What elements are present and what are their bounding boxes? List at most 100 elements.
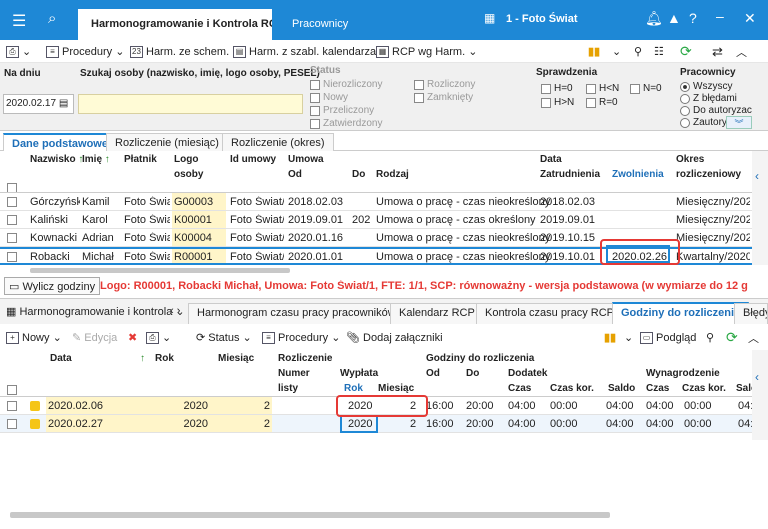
col-czas[interactable]: Czas	[508, 383, 531, 394]
search-icon[interactable]: ⌕	[48, 10, 56, 27]
col-saldo-2[interactable]: Salo	[736, 383, 752, 394]
status-przeliczony[interactable]: Przeliczony	[310, 105, 374, 116]
col-platnik[interactable]: Płatnik	[124, 154, 157, 165]
status-zatwierdzony[interactable]: Zatwierdzony	[310, 118, 382, 129]
col-nazwisko[interactable]: Nazwisko ↑	[30, 154, 83, 165]
tab-rozliczenie-okres[interactable]: Rozliczenie (okres)	[222, 133, 334, 151]
table-row[interactable]: Kaliński Karol Foto Świat K00001 Foto Św…	[0, 211, 752, 229]
prac-wszyscy[interactable]: Wszyscy	[680, 81, 732, 92]
tab-kontrola-rcp[interactable]: Kontrola czasu pracy RCP	[476, 303, 623, 324]
chart-icon[interactable]: ▮▮	[604, 329, 616, 346]
horizontal-scrollbar[interactable]	[30, 268, 290, 273]
preview-icon: ▭	[640, 331, 653, 344]
bell-icon[interactable]: 🔔︎	[645, 10, 663, 27]
refresh-icon[interactable]: ⟳	[726, 329, 738, 346]
minimize-icon[interactable]: –	[716, 8, 724, 24]
podglad-button[interactable]: ▭ Podgląd	[640, 329, 696, 346]
collapse-icon[interactable]: ︿	[748, 329, 759, 346]
dodaj-zalaczniki-button[interactable]: 📎︎ Dodaj załączniki	[346, 329, 443, 346]
col-zwolnienia[interactable]: Zwolnienia	[612, 169, 664, 180]
prac-z-bledami[interactable]: Z błędami	[680, 93, 737, 104]
collapse-icon[interactable]: ︾	[726, 116, 752, 129]
filter-icon[interactable]: ⚲	[706, 329, 714, 346]
tab-godziny-do-rozliczenia[interactable]: Godziny do rozliczenia	[612, 302, 750, 324]
calendar-template-icon: ▤	[233, 45, 246, 58]
col-numer[interactable]: Numer	[278, 368, 310, 379]
company-label[interactable]: 1 - Foto Świat	[506, 13, 578, 25]
status-button[interactable]: ⟳ Status ⌄	[196, 329, 252, 346]
close-icon[interactable]: ✕	[744, 10, 756, 27]
col-imie[interactable]: Imię ↑	[82, 154, 110, 165]
date-field[interactable]: 2020.02.17 ▤	[3, 94, 74, 114]
grid-icon[interactable]: ▦	[484, 11, 495, 25]
spr-n0[interactable]: N=0	[630, 83, 662, 94]
horizontal-scrollbar[interactable]	[10, 512, 610, 518]
col-czas-2[interactable]: Czas	[646, 383, 669, 394]
table-row[interactable]: Górczyński Kamil Foto Świat G00003 Foto …	[0, 193, 752, 211]
tab-harmonogramowanie[interactable]: Harmonogramowanie i Kontrola RC	[78, 9, 272, 40]
tab-pracownicy[interactable]: Pracownicy	[292, 18, 348, 30]
col-do[interactable]: Do	[466, 368, 479, 379]
print-button[interactable]: ⎙ ⌄	[146, 329, 171, 346]
chart-dropdown-icon[interactable]: ⌄	[624, 329, 633, 346]
tab-bledy[interactable]: Błędy	[734, 303, 768, 324]
tab-kalendarz-rcp[interactable]: Kalendarz RCP	[390, 303, 484, 324]
col-logo[interactable]: Logo	[174, 154, 198, 165]
harm-schem-button[interactable]: 23 Harm. ze schem.	[130, 43, 229, 60]
status-zamkniety[interactable]: Zamknięty	[414, 92, 473, 103]
chart-icon[interactable]: ▮▮	[588, 43, 600, 60]
nowy-button[interactable]: + Nowy ⌄	[6, 329, 62, 346]
col-rozliczeniowy[interactable]: rozliczeniowy	[676, 169, 741, 180]
col-od[interactable]: Od	[426, 368, 440, 379]
col-saldo[interactable]: Saldo	[608, 383, 635, 394]
col-miesiac-wyplata[interactable]: Miesiąc	[378, 383, 414, 394]
col-okres: Okres	[676, 154, 705, 165]
status-nierozliczony[interactable]: Nierozliczony	[310, 79, 382, 90]
spr-r0[interactable]: R=0	[586, 97, 618, 108]
status-nowy[interactable]: Nowy	[310, 92, 348, 103]
expand-icon[interactable]: ︿	[736, 43, 747, 60]
prac-do-autoryzacji[interactable]: Do autoryzac	[680, 105, 752, 116]
spr-h0[interactable]: H=0	[541, 83, 573, 94]
col-data[interactable]: Data	[50, 353, 72, 364]
wylicz-godziny-button[interactable]: ▭ Wylicz godziny	[4, 277, 101, 295]
toggle-icon[interactable]: ⇄	[712, 43, 723, 60]
spr-hn[interactable]: H<N	[586, 83, 619, 94]
calendar-icon[interactable]: ▤	[59, 98, 68, 109]
delete-icon[interactable]: ✖	[128, 329, 137, 346]
select-all-checkbox[interactable]	[7, 384, 17, 396]
col-czas-kor-2[interactable]: Czas kor.	[682, 383, 726, 394]
columns-icon[interactable]: ☷	[654, 43, 664, 60]
spr-hgn[interactable]: H>N	[541, 97, 574, 108]
harm-szabl-button[interactable]: ▤ Harm. z szabl. kalendarza	[233, 43, 376, 60]
menu-icon[interactable]: ☰	[12, 11, 26, 31]
status-rozliczony[interactable]: Rozliczony	[414, 79, 475, 90]
panel-title[interactable]: ▦ Harmonogramowanie i kontrola ⌄	[6, 305, 185, 318]
print-button[interactable]: ⎙ ⌄	[6, 43, 31, 60]
chart-dropdown-icon[interactable]: ⌄	[612, 43, 621, 60]
settings-icon[interactable]: ▲	[667, 10, 681, 26]
col-id-umowy[interactable]: Id umowy	[230, 154, 276, 165]
help-icon[interactable]: ?	[689, 10, 697, 26]
procedury-button[interactable]: ≡ Procedury ⌄	[262, 329, 340, 346]
tab-rozliczenie-miesiac[interactable]: Rozliczenie (miesiąc)	[106, 133, 228, 151]
scrollbar[interactable]: ‹	[752, 350, 768, 440]
tab-harmonogram[interactable]: Harmonogram czasu pracy pracowników	[188, 303, 405, 324]
col-rodzaj[interactable]: Rodzaj	[376, 169, 409, 180]
scrollbar[interactable]: ‹	[752, 151, 768, 265]
tab-dane-podstawowe[interactable]: Dane podstawowe	[3, 133, 117, 151]
procedury-button[interactable]: ≡ Procedury ⌄	[46, 43, 124, 60]
nav-arrows[interactable]: ‹ ›	[170, 305, 180, 317]
search-input[interactable]	[78, 94, 303, 114]
col-rok-wyplata[interactable]: Rok	[344, 383, 363, 394]
col-rok[interactable]: Rok	[155, 353, 174, 364]
rcp-button[interactable]: ▦ RCP wg Harm. ⌄	[376, 43, 477, 60]
refresh-icon[interactable]: ⟳	[680, 43, 692, 60]
col-zatrudnienia[interactable]: Zatrudnienia	[540, 169, 600, 180]
col-miesiac[interactable]: Miesiąc	[218, 353, 254, 364]
col-od[interactable]: Od	[288, 169, 302, 180]
col-czas-kor[interactable]: Czas kor.	[550, 383, 594, 394]
edycja-button[interactable]: ✎ Edycja	[72, 329, 117, 346]
col-do[interactable]: Do	[352, 169, 365, 180]
filter-icon[interactable]: ⚲	[634, 43, 642, 60]
